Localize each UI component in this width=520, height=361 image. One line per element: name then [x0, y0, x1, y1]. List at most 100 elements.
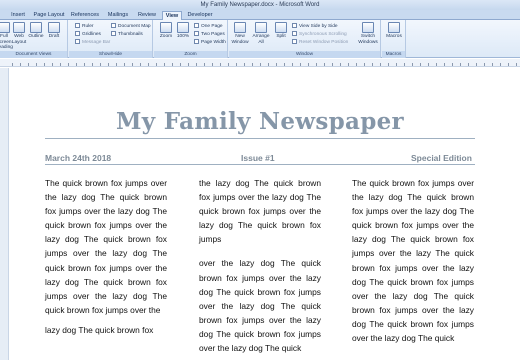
- group-window: New Window Arrange All Split View Side b…: [229, 20, 381, 58]
- ruler-tick: [180, 63, 181, 66]
- ruler-tick: [148, 63, 149, 66]
- new-window-button[interactable]: New Window: [229, 22, 251, 48]
- ruler-tick: [108, 63, 109, 66]
- outline-button[interactable]: Outline: [26, 22, 46, 48]
- thumbnails-checkbox[interactable]: Thumbnails: [111, 31, 143, 38]
- ruler-tick: [260, 63, 261, 66]
- ruler-tick: [276, 63, 277, 66]
- ruler-tick: [76, 63, 77, 66]
- column-2-paragraph-2: over the lazy dog The quick brown fox ju…: [199, 258, 321, 354]
- tab-mailings[interactable]: Mailings: [105, 11, 131, 20]
- ruler-tick: [156, 63, 157, 66]
- ruler-tick: [132, 63, 133, 66]
- switch-windows-button[interactable]: Switch Windows: [355, 22, 381, 48]
- edition-label: Special Edition: [411, 153, 472, 163]
- reset-window-position-button[interactable]: Reset Window Position: [292, 39, 348, 46]
- ruler-tick: [428, 63, 429, 66]
- macros-icon: [388, 22, 400, 33]
- ruler-tick: [68, 63, 69, 66]
- gridlines-checkbox[interactable]: Gridlines: [75, 31, 101, 38]
- vertical-ruler: [0, 68, 9, 360]
- one-page-icon: [194, 23, 199, 29]
- ruler-tick: [332, 63, 333, 66]
- ruler-tick: [516, 63, 517, 66]
- draft-icon: [48, 22, 60, 33]
- ruler-tick: [36, 63, 37, 66]
- horizontal-ruler[interactable]: [0, 59, 520, 67]
- ruler-tick: [124, 63, 125, 66]
- window-title-bar: My Family Newspaper.docx - Microsoft Wor…: [0, 0, 520, 10]
- checkbox-icon: [111, 23, 116, 29]
- group-document-views: Full Screen Reading Web Layout Outline D…: [0, 20, 68, 58]
- tab-insert[interactable]: Insert: [8, 11, 28, 20]
- article-column-1: The quick brown fox jumps over the lazy …: [45, 176, 167, 343]
- article-column-2: the lazy dog The quick brown fox jumps o…: [199, 176, 321, 361]
- tab-references[interactable]: References: [70, 11, 100, 20]
- ruler-tick: [284, 63, 285, 66]
- ruler-tick: [492, 63, 493, 66]
- ruler-tick: [140, 63, 141, 66]
- page-width-icon: [194, 39, 199, 45]
- side-by-side-icon: [292, 23, 297, 29]
- group-macros: Macros Macros: [382, 20, 406, 58]
- checkbox-icon: [75, 39, 80, 45]
- sync-scroll-icon: [292, 31, 297, 37]
- arrange-all-button[interactable]: Arrange All: [250, 22, 272, 48]
- zoom-100-button[interactable]: 100%: [173, 22, 193, 48]
- ruler-tick: [196, 63, 197, 66]
- ruler-tick: [52, 63, 53, 66]
- macros-button[interactable]: Macros: [384, 22, 404, 48]
- ruler-tick: [268, 63, 269, 66]
- ruler-tick: [100, 63, 101, 66]
- ruler-tick: [404, 63, 405, 66]
- group-show-hide: Ruler Gridlines Message Bar Document Map…: [69, 20, 153, 58]
- group-zoom: Zoom 100% One Page Two Pages Page Width …: [154, 20, 228, 58]
- ruler-tick: [60, 63, 61, 66]
- document-map-checkbox[interactable]: Document Map: [111, 23, 151, 30]
- ruler-tick: [292, 63, 293, 66]
- checkbox-icon: [111, 31, 116, 37]
- ruler-tick: [188, 63, 189, 66]
- ruler-tick: [468, 63, 469, 66]
- split-button[interactable]: Split: [271, 22, 291, 48]
- tab-page-layout[interactable]: Page Layout: [33, 11, 65, 20]
- ruler-tick: [300, 63, 301, 66]
- web-layout-icon: [13, 22, 25, 33]
- message-bar-checkbox[interactable]: Message Bar: [75, 39, 110, 46]
- ruler-tick: [164, 63, 165, 66]
- ruler-tick: [220, 63, 221, 66]
- two-pages-button[interactable]: Two Pages: [194, 31, 225, 38]
- page-width-button[interactable]: Page Width: [194, 39, 226, 46]
- tab-review[interactable]: Review: [135, 11, 159, 20]
- reset-position-icon: [292, 39, 297, 45]
- ruler-tick: [356, 63, 357, 66]
- ruler-tick: [460, 63, 461, 66]
- ruler-tick: [500, 63, 501, 66]
- ruler-tick: [388, 63, 389, 66]
- ruler-tick: [372, 63, 373, 66]
- draft-button[interactable]: Draft: [44, 22, 64, 48]
- checkbox-icon: [75, 31, 80, 37]
- ruler-tick: [340, 63, 341, 66]
- tab-developer[interactable]: Developer: [185, 11, 215, 20]
- ruler-tick: [308, 63, 309, 66]
- view-side-by-side-button[interactable]: View Side by Side: [292, 23, 338, 30]
- ruler-tick: [364, 63, 365, 66]
- magnifier-icon: [160, 22, 172, 33]
- group-label-document-views: Document Views: [0, 51, 67, 58]
- ruler-checkbox[interactable]: Ruler: [75, 23, 93, 30]
- group-label-show-hide: Show/Hide: [69, 51, 152, 58]
- ruler-tick: [236, 63, 237, 66]
- ruler-tick: [380, 63, 381, 66]
- ruler-tick: [484, 63, 485, 66]
- masthead-rule: [45, 138, 475, 139]
- new-window-icon: [234, 22, 246, 33]
- ruler-tick: [444, 63, 445, 66]
- one-page-button[interactable]: One Page: [194, 23, 223, 30]
- page-100-icon: [177, 22, 189, 33]
- synchronous-scrolling-button[interactable]: Synchronous Scrolling: [292, 31, 347, 38]
- group-label-macros: Macros: [382, 51, 405, 58]
- column-1-paragraph-2: lazy dog The quick brown fox: [45, 324, 154, 335]
- ruler-tick: [92, 63, 93, 66]
- ruler-tick: [28, 63, 29, 66]
